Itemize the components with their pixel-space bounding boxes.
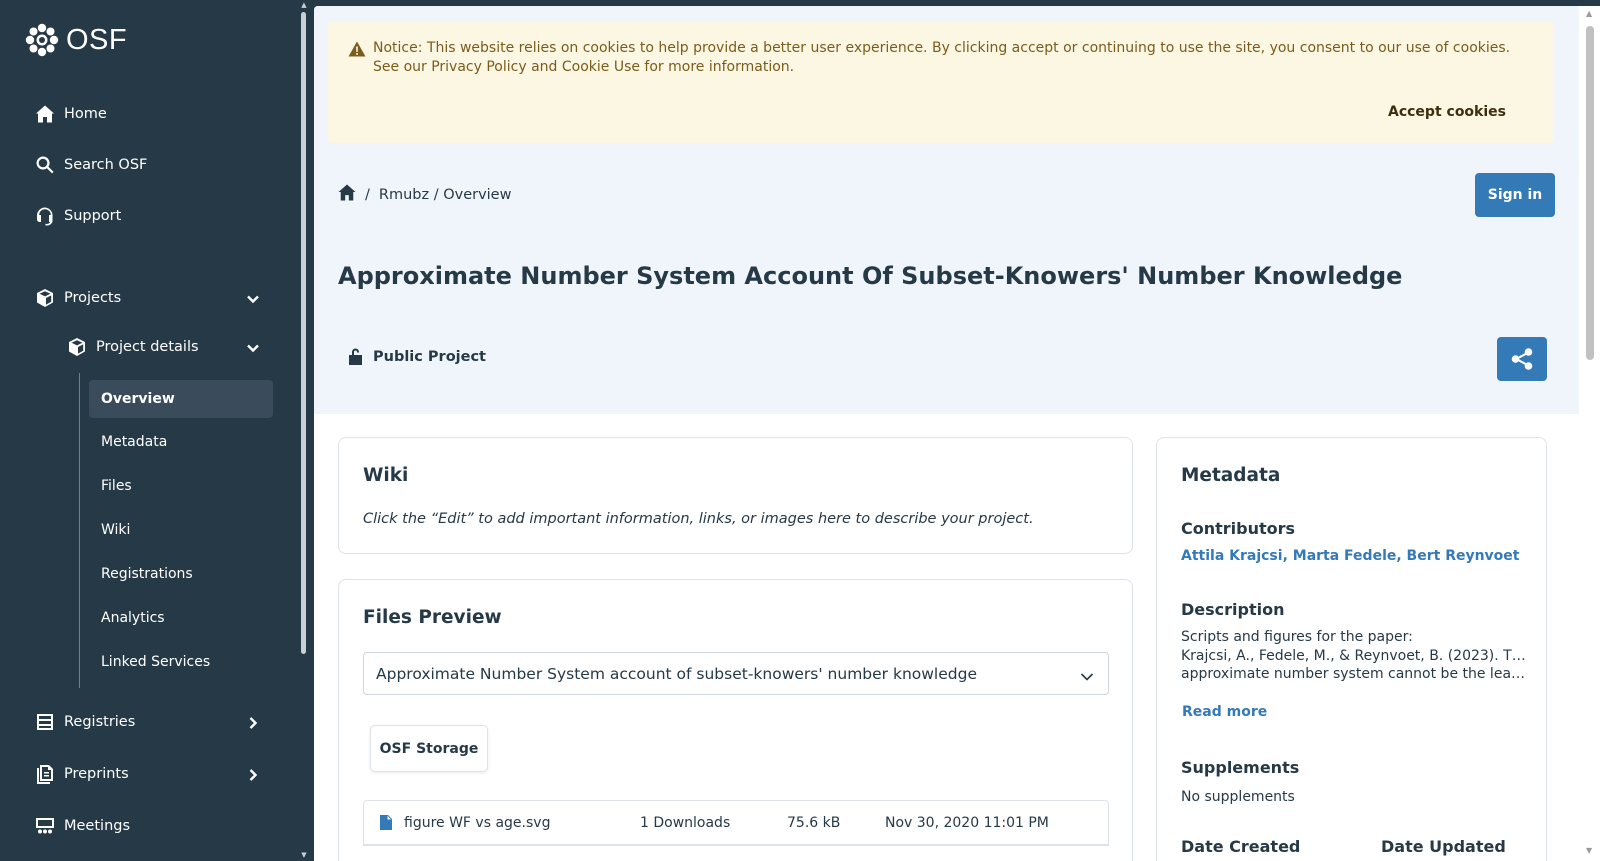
nav-registries-label: Registries — [64, 714, 136, 730]
cookie-message: Notice: This website relies on cookies t… — [373, 40, 1511, 75]
nav-registries[interactable]: Registries — [34, 708, 135, 736]
warning-icon — [348, 41, 366, 57]
breadcrumb: / Rmubz / Overview — [338, 184, 511, 205]
supplements-label: Supplements — [1181, 758, 1300, 777]
nav-projects-label: Projects — [64, 290, 122, 306]
cube-icon — [34, 287, 56, 309]
files-preview-card: Files Preview Approximate Number System … — [338, 579, 1133, 861]
sidebar-item-overview[interactable]: Overview — [89, 380, 273, 418]
wiki-heading: Wiki — [363, 465, 409, 486]
description-line: Krajcsi, A., Fedele, M., & Reynvoet, B. … — [1181, 647, 1526, 664]
scroll-down-arrow-icon[interactable]: ▼ — [1586, 846, 1592, 855]
file-downloads: 1 Downloads — [640, 814, 731, 831]
unlock-icon — [349, 348, 362, 365]
submenu-divider — [79, 373, 80, 688]
metadata-heading: Metadata — [1181, 465, 1281, 486]
home-icon — [34, 103, 56, 125]
contributors-label: Contributors — [1181, 519, 1296, 538]
cube-icon — [66, 336, 88, 358]
scroll-down-arrow-icon[interactable]: ▼ — [300, 852, 308, 859]
sidebar-item-analytics[interactable]: Analytics — [89, 599, 273, 637]
nav-projects[interactable]: Projects — [34, 284, 121, 312]
contributors-list[interactable]: Attila Krajcsi, Marta Fedele, Bert Reynv… — [1181, 548, 1520, 564]
description-line: Scripts and figures for the paper: — [1181, 629, 1413, 645]
scroll-up-arrow-icon[interactable]: ▲ — [1586, 9, 1592, 18]
chevron-right-icon[interactable] — [246, 715, 260, 729]
page-scroll-thumb[interactable] — [1586, 26, 1594, 360]
file-size: 75.6 kB — [787, 814, 841, 831]
osf-flower-icon — [25, 23, 59, 57]
wiki-card: Wiki Click the “Edit” to add important i… — [338, 437, 1133, 554]
nav-project-details-label: Project details — [96, 339, 199, 355]
scroll-up-arrow-icon[interactable]: ▲ — [300, 2, 308, 9]
sidebar-scrollbar[interactable]: ▲ ▼ — [300, 0, 310, 861]
description-line: approximate number system cannot be the … — [1181, 666, 1526, 682]
cookie-banner: Notice: This website relies on cookies t… — [328, 22, 1554, 143]
project-select[interactable]: Approximate Number System account of sub… — [363, 652, 1109, 695]
nav-meetings[interactable]: Meetings — [34, 812, 130, 840]
file-icon — [380, 815, 392, 830]
meetings-icon — [34, 815, 56, 837]
nav-support[interactable]: Support — [34, 202, 121, 230]
sidebar-item-linked-services[interactable]: Linked Services — [89, 643, 273, 681]
sidebar-item-registrations[interactable]: Registrations — [89, 555, 273, 593]
share-icon — [1511, 348, 1533, 370]
files-preview-heading: Files Preview — [363, 607, 502, 628]
wiki-placeholder: Click the “Edit” to add important inform… — [363, 511, 1034, 527]
nav-home[interactable]: Home — [34, 100, 107, 128]
nav-search[interactable]: Search OSF — [34, 151, 147, 179]
page-scrollbar[interactable]: ▲ ▼ — [1579, 6, 1600, 861]
read-more-link[interactable]: Read more — [1182, 704, 1267, 720]
project-select-value: Approximate Number System account of sub… — [376, 664, 977, 683]
chevron-down-icon[interactable] — [246, 291, 260, 305]
date-updated-label: Date Updated — [1381, 837, 1506, 856]
preprints-icon — [34, 763, 56, 785]
file-name[interactable]: figure WF vs age.svg — [404, 815, 550, 831]
home-icon[interactable] — [338, 184, 356, 205]
sidebar-item-files[interactable]: Files — [89, 467, 273, 505]
file-modified: Nov 30, 2020 11:01 PM — [885, 814, 1049, 831]
nav-search-label: Search OSF — [64, 157, 148, 173]
sidebar-item-wiki[interactable]: Wiki — [89, 511, 273, 549]
headset-icon — [34, 205, 56, 227]
table-row[interactable]: figure WF vs age.svg 1 Downloads 75.6 kB… — [364, 801, 1108, 845]
chevron-down-icon — [1080, 668, 1094, 681]
sidebar: OSF Home Search OSF Support Projects Pro… — [0, 0, 300, 861]
visibility-label: Public Project — [373, 348, 486, 365]
page-title: Approximate Number System Account Of Sub… — [338, 262, 1403, 290]
chevron-right-icon[interactable] — [246, 767, 260, 781]
supplements-value: No supplements — [1181, 789, 1295, 805]
brand-name: OSF — [66, 23, 128, 56]
sign-in-button[interactable]: Sign in — [1475, 173, 1555, 217]
osf-storage-button[interactable]: OSF Storage — [370, 725, 488, 772]
visibility-badge: Public Project — [348, 347, 486, 366]
nav-preprints-label: Preprints — [64, 766, 129, 782]
main-content: Notice: This website relies on cookies t… — [314, 6, 1579, 861]
nav-home-label: Home — [64, 106, 107, 122]
nav-meetings-label: Meetings — [64, 818, 131, 834]
metadata-card: Metadata Contributors Attila Krajcsi, Ma… — [1156, 437, 1547, 861]
file-table: figure WF vs age.svg 1 Downloads 75.6 kB… — [363, 800, 1109, 846]
project-header: Notice: This website relies on cookies t… — [314, 6, 1579, 414]
nav-project-details[interactable]: Project details — [66, 333, 199, 361]
nav-support-label: Support — [64, 208, 122, 224]
date-created-label: Date Created — [1181, 837, 1301, 856]
accept-cookies-button[interactable]: Accept cookies — [1388, 104, 1506, 120]
breadcrumb-path[interactable]: Rmubz / Overview — [379, 187, 512, 203]
search-icon — [34, 154, 56, 176]
sidebar-scroll-thumb[interactable] — [301, 12, 306, 654]
chevron-down-icon[interactable] — [246, 340, 260, 354]
description-text: Scripts and figures for the paper: Krajc… — [1181, 628, 1526, 684]
osf-logo[interactable]: OSF — [24, 22, 127, 58]
registries-icon — [34, 711, 56, 733]
share-button[interactable] — [1497, 337, 1547, 381]
nav-preprints[interactable]: Preprints — [34, 760, 129, 788]
sidebar-item-metadata[interactable]: Metadata — [89, 423, 273, 461]
description-label: Description — [1181, 600, 1285, 619]
breadcrumb-separator: / — [365, 186, 370, 203]
